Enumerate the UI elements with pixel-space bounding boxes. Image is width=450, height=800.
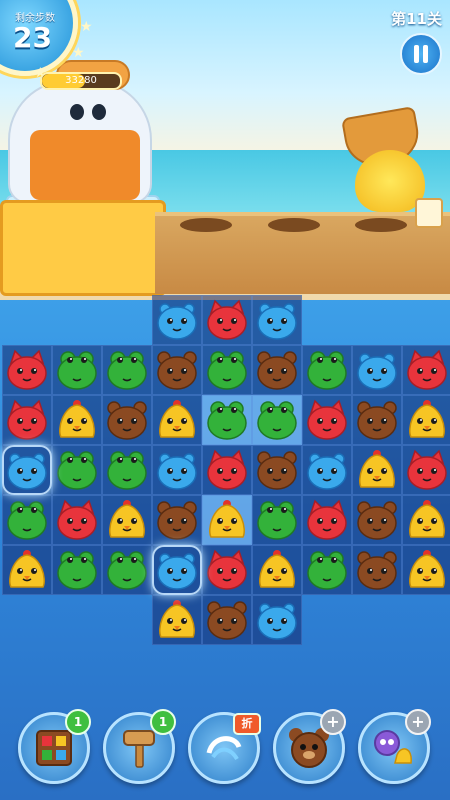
score-progress-bar: 33280: [40, 72, 122, 90]
bear-eye: [70, 104, 84, 120]
bear-apron: [30, 130, 140, 200]
frog-candy-icon[interactable]: [305, 549, 349, 591]
frog-candy-icon[interactable]: [105, 449, 149, 491]
blue-candy-icon[interactable]: [155, 299, 199, 341]
chick-candy-icon[interactable]: [405, 499, 449, 541]
glow-effect: [2, 445, 52, 495]
bear-eye: [92, 104, 106, 120]
chick-candy-icon[interactable]: [255, 549, 299, 591]
star-icon: ★: [72, 45, 85, 61]
frog-candy-icon[interactable]: [5, 499, 49, 541]
frog-candy-icon[interactable]: [205, 399, 249, 441]
moves-value: 23: [13, 21, 52, 54]
frog-candy-icon[interactable]: [205, 349, 249, 391]
bear-candy-icon[interactable]: [255, 349, 299, 391]
frog-candy-icon[interactable]: [55, 449, 99, 491]
score-value: 33280: [65, 75, 97, 86]
chick-candy-icon[interactable]: [5, 549, 49, 591]
frog-candy-icon[interactable]: [255, 399, 299, 441]
frog-candy-icon[interactable]: [105, 549, 149, 591]
bear-candy-icon[interactable]: [355, 549, 399, 591]
chick-candy-icon[interactable]: [55, 399, 99, 441]
red-candy-icon[interactable]: [5, 349, 49, 391]
frog-candy-icon[interactable]: [305, 349, 349, 391]
red-candy-icon[interactable]: [405, 349, 449, 391]
game-scene: 剩余步数 23 ★ ★ ★ 33280 第11关 1 1 折 + +: [0, 0, 450, 800]
red-candy-icon[interactable]: [55, 499, 99, 541]
pause-button[interactable]: [400, 33, 442, 75]
star-icon: ★: [80, 19, 93, 35]
bear-candy-icon[interactable]: [255, 449, 299, 491]
glow-effect: [152, 545, 202, 595]
hammer-booster-button[interactable]: 1: [103, 709, 176, 784]
frog-candy-icon[interactable]: [55, 349, 99, 391]
blue-candy-icon[interactable]: [155, 449, 199, 491]
blue-candy-icon[interactable]: [305, 449, 349, 491]
discount-badge: 折: [233, 713, 261, 735]
chick-candy-icon[interactable]: [355, 449, 399, 491]
chick-sign: [415, 198, 443, 228]
red-candy-icon[interactable]: [5, 399, 49, 441]
shuffle-booster-button[interactable]: 1: [18, 709, 91, 784]
table-hole: [355, 218, 407, 232]
red-candy-icon[interactable]: [205, 549, 249, 591]
red-candy-icon[interactable]: [305, 399, 349, 441]
bear-candy-icon[interactable]: [205, 599, 249, 641]
swap-booster-button[interactable]: 折: [188, 712, 261, 784]
add-booster-badge[interactable]: +: [320, 709, 346, 735]
chick-candy-icon[interactable]: [405, 549, 449, 591]
chick-candy-icon[interactable]: [155, 599, 199, 641]
booster-count-badge: 1: [150, 709, 176, 735]
blue-candy-icon[interactable]: [255, 299, 299, 341]
bear-candy-icon[interactable]: [355, 399, 399, 441]
add-booster-badge[interactable]: +: [405, 709, 431, 735]
level-label: 第11关: [391, 10, 442, 28]
bear-bomb-booster-button[interactable]: +: [273, 709, 346, 784]
blue-candy-icon[interactable]: [355, 349, 399, 391]
red-candy-icon[interactable]: [205, 299, 249, 341]
table-hole: [180, 218, 232, 232]
ice-cream-counter: [0, 200, 166, 296]
bear-candy-icon[interactable]: [155, 499, 199, 541]
chick-candy-icon[interactable]: [155, 399, 199, 441]
chick-candy-icon[interactable]: [405, 399, 449, 441]
table-hole: [268, 218, 320, 232]
bear-candy-icon[interactable]: [155, 349, 199, 391]
frog-candy-icon[interactable]: [105, 349, 149, 391]
red-candy-icon[interactable]: [405, 449, 449, 491]
bear-candy-icon[interactable]: [105, 399, 149, 441]
booster-count-badge: 1: [65, 709, 91, 735]
frog-candy-icon[interactable]: [255, 499, 299, 541]
blue-candy-icon[interactable]: [255, 599, 299, 641]
red-candy-icon[interactable]: [305, 499, 349, 541]
chick-candy-icon[interactable]: [205, 499, 249, 541]
chick-candy-icon[interactable]: [105, 499, 149, 541]
red-candy-icon[interactable]: [205, 449, 249, 491]
frog-candy-icon[interactable]: [55, 549, 99, 591]
bear-candy-icon[interactable]: [355, 499, 399, 541]
owl-chick-booster-button[interactable]: +: [358, 709, 431, 784]
